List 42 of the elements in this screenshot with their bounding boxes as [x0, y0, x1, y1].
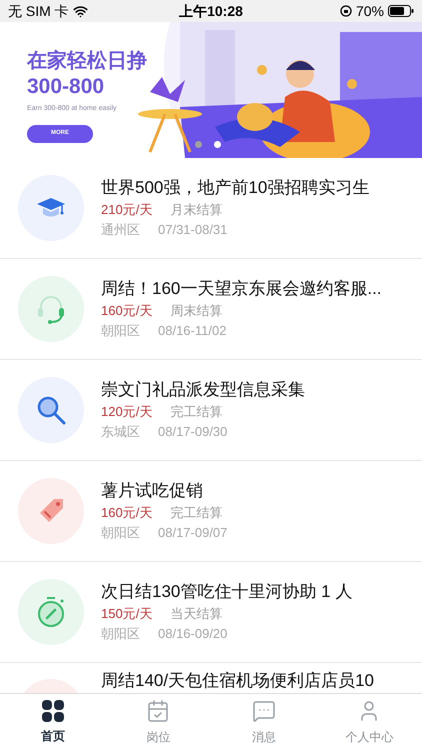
job-pay: 160元/天	[101, 504, 152, 522]
settlement-text: 当天结算	[170, 605, 222, 623]
job-pay: 120元/天	[101, 403, 152, 421]
chat-bubble-icon	[252, 698, 276, 722]
battery-percent: 70%	[356, 2, 384, 20]
job-title[interactable]: 次日结130管吃住十里河协助 1 人	[101, 580, 352, 604]
job-pay: 210元/天	[101, 201, 152, 219]
job-dates: 07/31-08/31	[158, 221, 228, 239]
job-district: 朝阳区	[101, 322, 140, 340]
job-district: 通州区	[101, 221, 140, 239]
grid-icon	[42, 700, 64, 722]
job-dates: 08/16-09/20	[158, 625, 228, 643]
job-district: 东城区	[101, 423, 140, 441]
settlement-text: 周末结算	[170, 302, 222, 320]
carrier-text: 无 SIM 卡	[8, 2, 69, 20]
rotation-lock-icon	[340, 5, 352, 17]
calendar-check-icon	[146, 698, 170, 722]
job-district: 朝阳区	[101, 524, 140, 542]
headset-icon	[36, 294, 66, 324]
stopwatch-icon	[35, 595, 67, 629]
job-dates: 08/17-09/07	[158, 524, 228, 542]
settlement-text: 月末结算	[170, 201, 222, 219]
job-pay: 150元/天	[101, 605, 152, 623]
job-pay: 160元/天	[101, 302, 152, 320]
settlement-text: 完工结算	[170, 403, 222, 421]
settlement-text: 完工结算	[170, 504, 222, 522]
battery-icon	[388, 5, 414, 17]
job-title[interactable]: 世界500强，地产前10强招聘实习生	[101, 176, 370, 200]
job-dates: 08/17-09/30	[158, 423, 228, 441]
banner-title: 在家轻松日挣	[27, 49, 147, 74]
graduation-cap-icon	[36, 197, 66, 219]
wifi-icon	[72, 4, 88, 18]
job-title[interactable]: 薯片试吃促销	[101, 479, 228, 503]
banner-amount: 300-800	[27, 74, 104, 100]
job-title[interactable]: 崇文门礼品派发型信息采集	[101, 378, 305, 402]
job-title[interactable]: 周结！160一天望京东展会邀约客服...	[101, 277, 382, 301]
tab-item[interactable]: 首页	[0, 694, 106, 750]
job-dates: 08/16-11/02	[158, 322, 226, 340]
job-title[interactable]: 周结140/天包住宿机场便利店店员10	[101, 669, 374, 693]
magnifier-icon	[36, 395, 66, 425]
clock-text: 上午10:28	[179, 2, 243, 20]
job-district: 朝阳区	[101, 625, 140, 643]
